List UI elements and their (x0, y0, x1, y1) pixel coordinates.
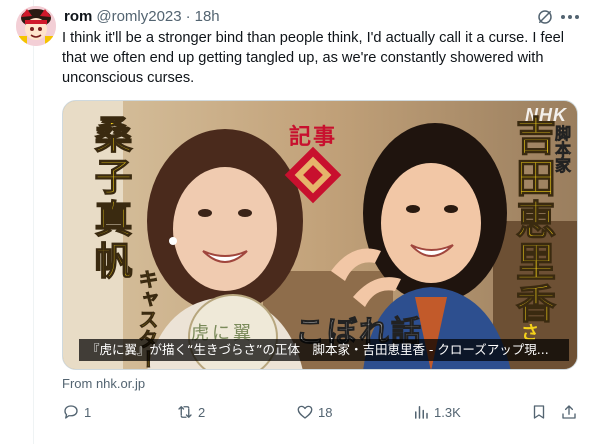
source-link[interactable]: From nhk.or.jp (62, 376, 145, 391)
avatar[interactable] (16, 6, 56, 46)
views-button[interactable]: 1.3K (412, 400, 461, 424)
tweet-header: rom @romly2023 · 18h (64, 6, 220, 26)
link-preview-card[interactable]: NHK 桑子真帆 キャスター 記事 脚本家 吉田恵里香 さ 虎に翼 こぼれ話 『… (62, 100, 578, 370)
reply-count: 1 (84, 404, 92, 420)
user-handle[interactable]: @romly2023 (96, 8, 181, 25)
like-button[interactable]: 18 (296, 400, 332, 424)
tweet-text: I think it'll be a stronger bind than pe… (62, 30, 565, 86)
display-name[interactable]: rom (64, 8, 92, 25)
bookmark-button[interactable] (530, 400, 548, 424)
header-separator: · (185, 7, 191, 25)
bookmark-icon (533, 405, 545, 419)
reply-button[interactable]: 1 (62, 400, 91, 424)
right-name-text: 吉田恵里香 (508, 114, 555, 325)
retweet-icon (178, 406, 192, 418)
center-label-text: 記事 (289, 125, 338, 150)
grok-icon (538, 10, 552, 24)
views-bar-chart-icon (415, 406, 428, 419)
thread-line (33, 0, 34, 444)
reply-icon (64, 405, 78, 419)
grok-button[interactable] (534, 6, 556, 28)
retweet-count: 2 (198, 404, 206, 420)
like-count: 18 (318, 404, 333, 420)
heart-icon (297, 405, 313, 419)
avatar-image (16, 6, 56, 46)
more-icon (561, 15, 579, 19)
share-icon (562, 405, 576, 419)
views-count: 1.3K (434, 404, 461, 420)
more-options-button[interactable] (558, 6, 582, 28)
timestamp[interactable]: 18h (195, 8, 220, 25)
retweet-button[interactable]: 2 (176, 400, 205, 424)
preview-caption: 『虎に翼』が描く“生きづらさ”の正体 脚本家・吉田恵里香 - クローズアップ現.… (79, 339, 569, 361)
share-button[interactable] (560, 400, 578, 424)
left-name-text: 桑子真帆 (87, 114, 132, 283)
action-bar: 1 2 18 1.3K (62, 400, 582, 424)
